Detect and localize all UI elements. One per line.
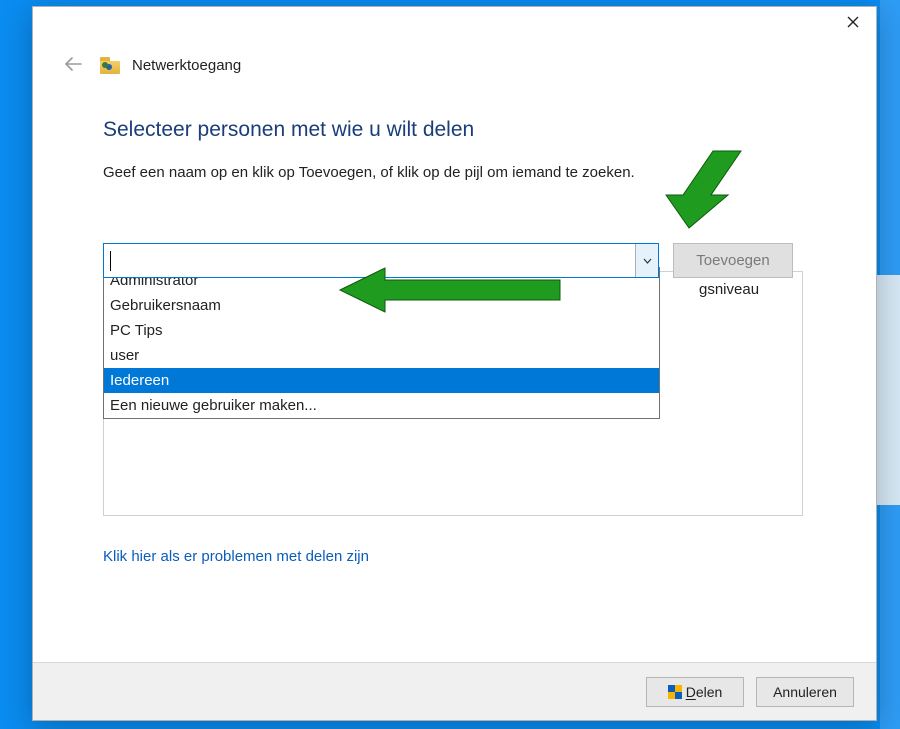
titlebar [33, 7, 876, 39]
dialog-footer: Delen Annuleren [33, 662, 876, 720]
close-button[interactable] [830, 7, 876, 37]
close-icon [847, 16, 859, 28]
main-heading: Selecteer personen met wie u wilt delen [103, 118, 806, 142]
combo-dropdown-button[interactable] [635, 244, 658, 277]
chevron-down-icon [643, 258, 652, 264]
problems-link[interactable]: Klik hier als er problemen met delen zij… [103, 548, 369, 565]
add-button[interactable]: Toevoegen [673, 243, 793, 278]
dropdown-option-user[interactable]: user [104, 343, 659, 368]
combo-dropdown-list: Administrator Gebruikersnaam PC Tips use… [103, 267, 660, 419]
window-title: Netwerktoegang [132, 57, 241, 74]
name-input[interactable] [104, 244, 635, 277]
desktop-background-strip [880, 0, 900, 729]
dropdown-option-newuser[interactable]: Een nieuwe gebruiker maken... [104, 393, 659, 418]
annotation-arrow-toevoegen [653, 143, 773, 233]
share-hotkey: D [686, 684, 696, 700]
uac-shield-icon [668, 685, 682, 699]
share-label-rest: elen [696, 684, 722, 700]
text-cursor [110, 251, 111, 271]
dropdown-option-iedereen[interactable]: Iedereen [104, 368, 659, 393]
network-access-dialog: Netwerktoegang Selecteer personen met wi… [32, 6, 877, 721]
content-area: Selecteer personen met wie u wilt delen … [33, 88, 876, 278]
cancel-button[interactable]: Annuleren [756, 677, 854, 707]
back-button[interactable] [58, 53, 88, 78]
instruction-text: Geef een naam op en klik op Toevoegen, o… [103, 164, 806, 181]
network-sharing-icon [100, 57, 120, 74]
share-button[interactable]: Delen [646, 677, 744, 707]
header-row: Netwerktoegang [33, 39, 876, 88]
name-combo-row: Toevoegen [103, 243, 806, 278]
back-arrow-icon [64, 57, 82, 71]
dropdown-option-gebruikersnaam[interactable]: Gebruikersnaam [104, 293, 659, 318]
dropdown-option-pctips[interactable]: PC Tips [104, 318, 659, 343]
name-combo[interactable] [103, 243, 659, 278]
